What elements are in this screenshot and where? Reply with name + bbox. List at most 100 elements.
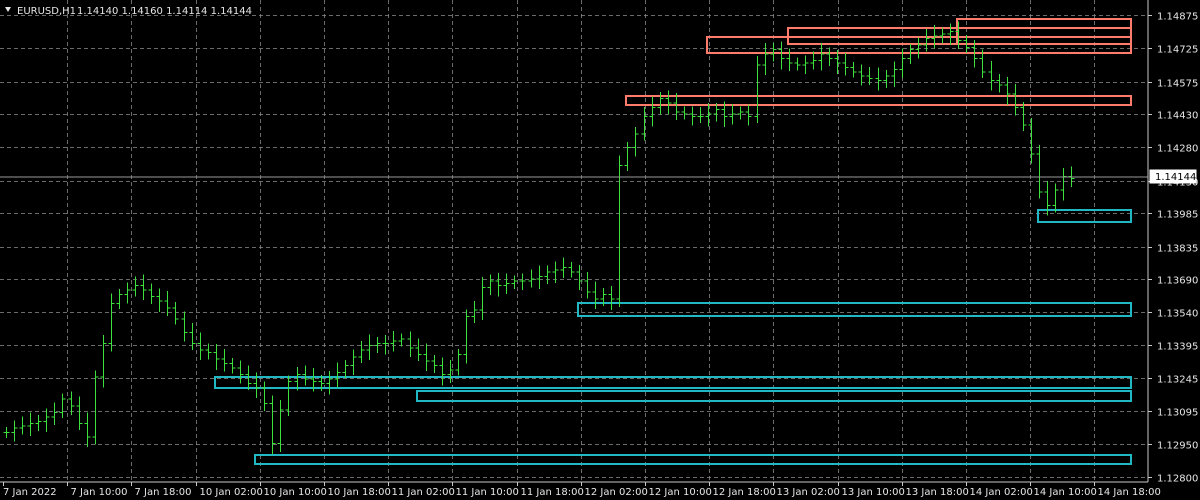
time-tick-label: 12 Jan 18:00 (713, 487, 776, 498)
ohlc-bar (51, 402, 58, 426)
grid (0, 0, 1148, 482)
ohlc-bar (156, 288, 163, 313)
price-tick-label: 1.14575 (1157, 79, 1198, 90)
dropdown-triangle-icon[interactable] (5, 7, 11, 12)
ohlc-bar (1052, 183, 1059, 213)
ohlc-bar (213, 344, 220, 370)
ohlc-bar (479, 276, 486, 321)
ohlc-bar (616, 155, 623, 308)
ohlc-bar (229, 357, 236, 374)
ohlc-bar (519, 273, 526, 291)
price-tick-label: 1.14725 (1157, 45, 1198, 56)
ohlc-bar (592, 281, 599, 309)
ohlc-bar (754, 55, 761, 123)
ohlc-bar (43, 408, 50, 433)
ohlc-bar (237, 360, 244, 384)
ohlc-bar (326, 370, 333, 395)
price-tick-label: 1.13395 (1157, 342, 1198, 353)
supply-zone-1 (956, 18, 1132, 45)
ohlc-bar (366, 334, 373, 361)
ohlc-bar (439, 357, 446, 386)
ohlc-bar (649, 96, 656, 127)
ohlc-bar (197, 332, 204, 361)
ohlc-bar (608, 286, 615, 310)
price-tick-label: 1.13095 (1157, 408, 1198, 419)
ohlc-bar (285, 375, 292, 416)
ohlc-bar (528, 269, 535, 288)
demand-zone-2 (577, 302, 1132, 317)
ohlc-bar (261, 381, 268, 411)
current-price-box: 1.14144 (1149, 169, 1197, 184)
ohlc-bar (1004, 76, 1011, 105)
ohlc-bar (407, 331, 414, 357)
ohlc-bar (681, 106, 688, 120)
time-tick-label: 10 Jan 02:00 (200, 487, 263, 498)
ohlc-bar (59, 393, 66, 418)
ohlc-bar (891, 61, 898, 88)
ohlc-bar (794, 57, 801, 71)
ohlc-bar (342, 360, 349, 378)
ohlc-bar (463, 309, 470, 364)
ohlc-bar (850, 61, 857, 78)
ohlc-bar (495, 272, 502, 297)
ohlc-bar (842, 52, 849, 76)
time-tick-label: 11 Jan 02:00 (392, 487, 455, 498)
ohlc-bar (560, 257, 567, 279)
demand-zone-5 (254, 454, 1132, 465)
ohlc-bar (92, 370, 99, 445)
ohlc-bar (762, 43, 769, 76)
ohlc-bar (27, 412, 34, 436)
time-tick-label: 7 Jan 10:00 (71, 487, 128, 498)
ohlc-bar (116, 288, 123, 309)
supply-zone-4 (625, 95, 1132, 106)
ohlc-bar (511, 275, 518, 289)
time-tick-label: 12 Jan 02:00 (585, 487, 648, 498)
price-tick-label: 1.13540 (1157, 309, 1198, 320)
ohlc-bar (536, 265, 543, 289)
zone-rectangles (214, 18, 1132, 465)
ohlc-bar (1020, 101, 1027, 131)
ohlc-bar (818, 43, 825, 71)
ohlc-bar (875, 67, 882, 91)
ohlc-bar (988, 60, 995, 91)
ohlc-bar (415, 338, 422, 361)
ohlc-bar (181, 311, 188, 342)
ohlc-bar (1028, 117, 1035, 164)
time-tick-label: 13 Jan 10:00 (842, 487, 905, 498)
time-tick-label: 14 Jan 18:00 (1098, 487, 1161, 498)
price-tick-label: 1.13245 (1157, 375, 1198, 386)
price-tick-label: 1.13835 (1157, 244, 1198, 255)
ohlc-bars (3, 21, 1075, 455)
time-tick-label: 13 Jan 02:00 (777, 487, 840, 498)
price-axis: 1.14875 1.14725 1.14575 1.14430 1.14280 1.141… (1148, 12, 1198, 485)
price-tick-label: 1.13985 (1157, 210, 1198, 221)
price-tick-label: 1.12800 (1157, 474, 1198, 485)
time-tick-label: 14 Jan 10:00 (1034, 487, 1097, 498)
ohlc-bar (172, 302, 179, 325)
ohlc-bar (269, 395, 276, 455)
price-tick-label: 1.14280 (1157, 144, 1198, 155)
ohlc-bar (624, 141, 631, 171)
ohlc-bar (431, 354, 438, 374)
ohlc-bar (374, 336, 381, 353)
price-tick-label: 1.14430 (1157, 111, 1198, 122)
ohlc-bar (947, 23, 954, 45)
ohlc-bar (939, 27, 946, 44)
ohlc-bar (786, 48, 793, 72)
ohlc-bar (108, 293, 115, 352)
ohlc-bar (1012, 84, 1019, 116)
ohlc-bar (390, 331, 397, 352)
ohlc-bar (100, 335, 107, 388)
ohlc-bar (76, 396, 83, 431)
ohlc-bar (689, 106, 696, 126)
ohlc-bar (996, 74, 1003, 93)
time-tick-label: 14 Jan 02:00 (970, 487, 1033, 498)
ohlc-bar (11, 420, 18, 442)
symbol-timeframe-label: EURUSD,H1 (17, 6, 76, 17)
ohlc-bar (398, 333, 405, 347)
ohlc-bar (334, 362, 341, 388)
ohlc-bar (802, 55, 809, 75)
demand-zone-1 (1037, 209, 1132, 223)
ohlc-bar (641, 107, 648, 141)
price-chart[interactable]: 1.14875 1.14725 1.14575 1.14430 1.14280 1.141… (0, 0, 1200, 500)
